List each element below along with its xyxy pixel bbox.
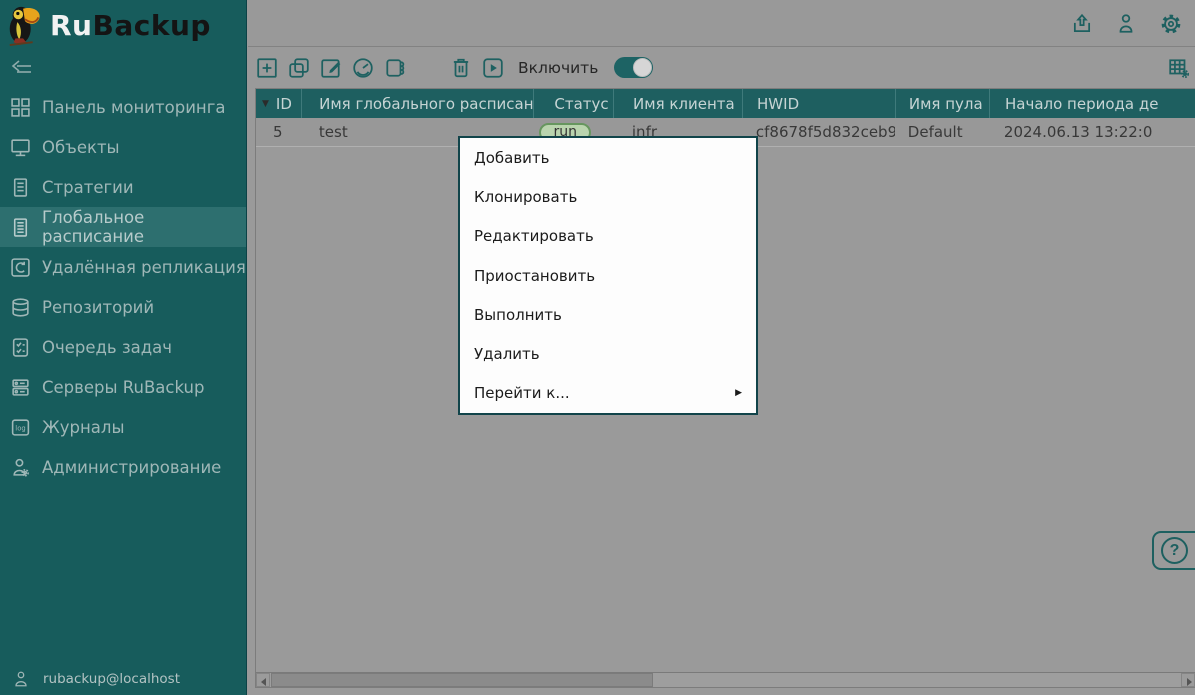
sidebar-item-label: Удалённая репликация: [42, 258, 246, 277]
sidebar-item-monitoring[interactable]: Панель мониторинга: [0, 87, 246, 127]
app-window: RuBackup Панель мониторинга Объекты: [0, 0, 1195, 695]
run-play-icon[interactable]: [482, 57, 504, 79]
clone-icon[interactable]: [288, 57, 310, 79]
sidebar-item-label: Панель мониторинга: [42, 98, 226, 117]
logo: RuBackup: [4, 2, 211, 48]
cell-pool-name: Default: [895, 118, 989, 146]
app-title: RuBackup: [50, 9, 211, 42]
help-button[interactable]: ?: [1152, 531, 1195, 570]
column-header-hwid[interactable]: HWID: [742, 89, 895, 118]
sidebar-item-label: Глобальное расписание: [42, 208, 246, 246]
add-icon[interactable]: [256, 57, 278, 79]
sidebar-item-administration[interactable]: Администрирование: [0, 447, 246, 487]
column-header-schedule-name[interactable]: Имя глобального расписания: [301, 89, 533, 118]
scroll-left-arrow-icon[interactable]: [256, 673, 270, 687]
sidebar-item-global-schedule[interactable]: Глобальное расписание: [0, 207, 246, 247]
strategies-document-icon: [9, 176, 31, 198]
sidebar-item-label: Администрирование: [42, 458, 221, 477]
column-header-period-start[interactable]: Начало периода де: [989, 89, 1195, 118]
enable-toggle[interactable]: [614, 57, 653, 78]
menu-item-clone[interactable]: Клонировать: [460, 178, 756, 217]
sort-desc-icon: ▼: [262, 99, 269, 109]
column-header-pool-name[interactable]: Имя пула: [895, 89, 989, 118]
sidebar: RuBackup Панель мониторинга Объекты: [0, 0, 247, 695]
menu-item-pause[interactable]: Приостановить: [460, 256, 756, 295]
svg-text:log: log: [15, 424, 25, 432]
table-settings-icon[interactable]: [1168, 57, 1190, 79]
sidebar-item-label: Стратегии: [42, 178, 134, 197]
sidebar-item-label: Объекты: [42, 138, 120, 157]
repository-database-icon: [9, 296, 31, 318]
question-mark-icon: ?: [1161, 537, 1188, 564]
collapse-sidebar-icon[interactable]: [10, 56, 36, 82]
sidebar-item-label: Серверы RuBackup: [42, 378, 204, 397]
user-login-label: rubackup@localhost: [43, 671, 180, 687]
scrollbar-thumb[interactable]: [271, 673, 653, 687]
menu-item-delete[interactable]: Удалить: [460, 335, 756, 374]
schedule-toolbar: Включить: [248, 48, 1195, 88]
sidebar-item-task-queue[interactable]: Очередь задач: [0, 327, 246, 367]
cell-period-start: 2024.06.13 13:22:0: [989, 118, 1195, 146]
copy-notebook-icon[interactable]: [384, 57, 406, 79]
objects-monitor-icon: [9, 136, 31, 158]
cell-id: 5: [256, 118, 302, 146]
column-header-client-name[interactable]: Имя клиента: [613, 89, 742, 118]
menu-item-add[interactable]: Добавить: [460, 138, 756, 177]
delete-trash-icon[interactable]: [450, 57, 472, 79]
menu-item-edit[interactable]: Редактировать: [460, 217, 756, 256]
toucan-logo-icon: [4, 3, 46, 47]
enable-toggle-label: Включить: [518, 59, 598, 77]
sidebar-item-strategies[interactable]: Стратегии: [0, 167, 246, 207]
upload-icon[interactable]: [1071, 13, 1093, 35]
task-queue-checklist-icon: [9, 336, 31, 358]
column-header-id[interactable]: ▼ ID: [256, 89, 301, 118]
menu-item-execute[interactable]: Выполнить: [460, 295, 756, 334]
pause-gauge-icon[interactable]: [352, 57, 374, 79]
toggle-knob: [633, 58, 652, 77]
sidebar-item-label: Журналы: [42, 418, 124, 437]
sidebar-item-remote-replication[interactable]: Удалённая репликация: [0, 247, 246, 287]
edit-icon[interactable]: [320, 57, 342, 79]
context-menu: Добавить Клонировать Редактировать Приос…: [458, 136, 758, 415]
sidebar-item-label: Репозиторий: [42, 298, 154, 317]
menu-item-go-to[interactable]: Перейти к... ▶: [460, 374, 756, 413]
sidebar-item-journals[interactable]: log Журналы: [0, 407, 246, 447]
column-header-status[interactable]: Статус: [533, 89, 613, 118]
sidebar-item-servers[interactable]: Серверы RuBackup: [0, 367, 246, 407]
sidebar-item-repository[interactable]: Репозиторий: [0, 287, 246, 327]
schedule-document-icon: [9, 216, 31, 238]
administration-user-gear-icon: [9, 456, 31, 478]
servers-icon: [9, 376, 31, 398]
topbar: [248, 0, 1195, 47]
logged-in-user: rubackup@localhost: [12, 670, 180, 688]
cell-hwid: cf8678f5d832ceb9: [742, 118, 895, 146]
sidebar-item-objects[interactable]: Объекты: [0, 127, 246, 167]
dashboard-icon: [9, 96, 31, 118]
logs-icon: log: [9, 416, 31, 438]
scroll-right-arrow-icon[interactable]: [1181, 673, 1195, 687]
sidebar-nav: Панель мониторинга Объекты Стратегии Гло…: [0, 87, 246, 487]
user-icon: [12, 670, 30, 688]
replication-refresh-icon: [9, 256, 31, 278]
settings-gear-icon[interactable]: [1160, 13, 1182, 35]
table-header-row: ▼ ID Имя глобального расписания Статус И…: [256, 89, 1195, 118]
horizontal-scrollbar[interactable]: [256, 672, 1195, 687]
sidebar-item-label: Очередь задач: [42, 338, 172, 357]
submenu-arrow-icon: ▶: [735, 388, 742, 398]
user-icon[interactable]: [1115, 13, 1137, 35]
